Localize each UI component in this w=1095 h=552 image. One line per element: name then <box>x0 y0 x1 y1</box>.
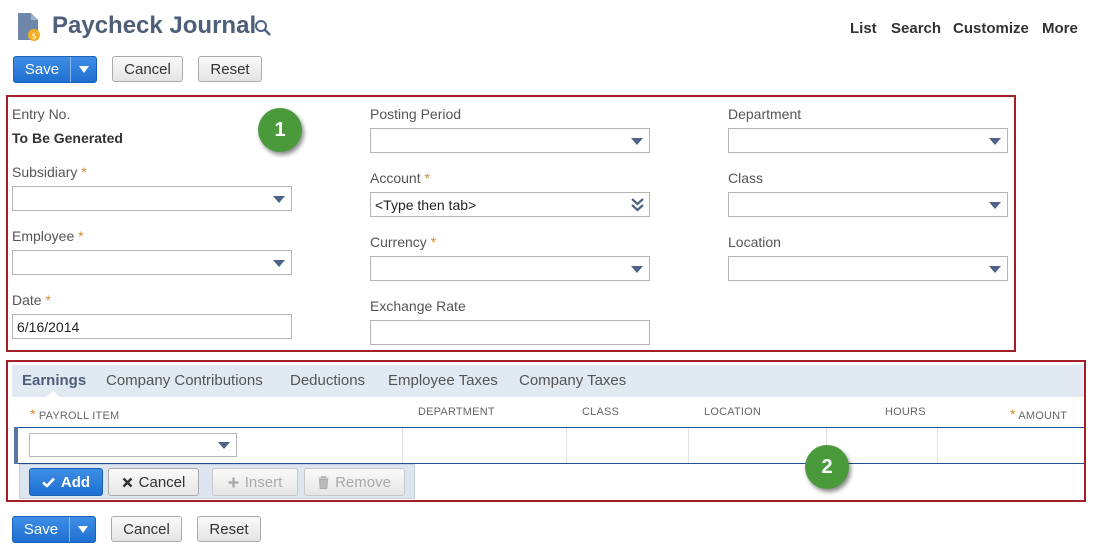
dropdown-arrow-icon <box>273 196 285 203</box>
location-label: Location <box>728 234 781 250</box>
class-select[interactable] <box>728 192 1008 217</box>
posting-period-select[interactable] <box>370 128 650 153</box>
entry-no-label: Entry No. <box>12 106 71 122</box>
department-label: Department <box>728 106 802 122</box>
chevron-down-icon <box>78 525 88 533</box>
sublist-highlight <box>6 360 1086 502</box>
location-select[interactable] <box>728 256 1008 281</box>
double-chevron-down-icon[interactable] <box>631 198 644 212</box>
nav-customize-link[interactable]: Customize <box>953 20 1029 37</box>
svg-text:$: $ <box>31 32 36 41</box>
employee-select[interactable] <box>12 250 292 275</box>
chevron-down-icon <box>79 65 89 73</box>
dropdown-arrow-icon <box>273 260 285 267</box>
save-button-bottom[interactable]: Save <box>13 517 69 542</box>
exchange-rate-label: Exchange Rate <box>370 298 466 314</box>
department-select[interactable] <box>728 128 1008 153</box>
reset-button[interactable]: Reset <box>198 56 262 82</box>
save-menu-button-bottom[interactable] <box>70 517 95 542</box>
nav-search-link[interactable]: Search <box>891 20 941 37</box>
callout-badge-2: 2 <box>805 445 849 489</box>
search-icon[interactable] <box>254 19 272 37</box>
date-label: Date * <box>12 292 51 308</box>
exchange-rate-field[interactable] <box>370 320 650 345</box>
save-menu-button[interactable] <box>71 57 96 82</box>
date-field[interactable]: 6/16/2014 <box>12 314 292 339</box>
cancel-button[interactable]: Cancel <box>112 56 183 82</box>
currency-label: Currency * <box>370 234 437 250</box>
currency-select[interactable] <box>370 256 650 281</box>
dropdown-arrow-icon <box>631 266 643 273</box>
nav-list-link[interactable]: List <box>850 20 877 37</box>
entry-no-value: To Be Generated <box>12 130 123 146</box>
dropdown-arrow-icon <box>631 138 643 145</box>
save-button-group-bottom: Save <box>12 516 96 543</box>
posting-period-label: Posting Period <box>370 106 462 122</box>
account-label: Account * <box>370 170 430 186</box>
dropdown-arrow-icon <box>989 138 1001 145</box>
save-button-group: Save <box>13 56 97 83</box>
journal-document-icon: $ <box>18 13 40 41</box>
nav-more-link[interactable]: More <box>1042 20 1078 37</box>
class-label: Class <box>728 170 764 186</box>
dropdown-arrow-icon <box>989 202 1001 209</box>
account-field[interactable]: <Type then tab> <box>370 192 650 217</box>
subsidiary-select[interactable] <box>12 186 292 211</box>
date-value: 6/16/2014 <box>17 319 80 335</box>
dropdown-arrow-icon <box>989 266 1001 273</box>
save-button[interactable]: Save <box>14 57 70 82</box>
employee-label: Employee * <box>12 228 84 244</box>
page-title: Paycheck Journal <box>52 12 257 39</box>
account-value: <Type then tab> <box>375 197 477 213</box>
reset-button-bottom[interactable]: Reset <box>197 516 261 542</box>
cancel-button-bottom[interactable]: Cancel <box>111 516 182 542</box>
callout-badge-1: 1 <box>258 108 302 152</box>
subsidiary-label: Subsidiary * <box>12 164 87 180</box>
